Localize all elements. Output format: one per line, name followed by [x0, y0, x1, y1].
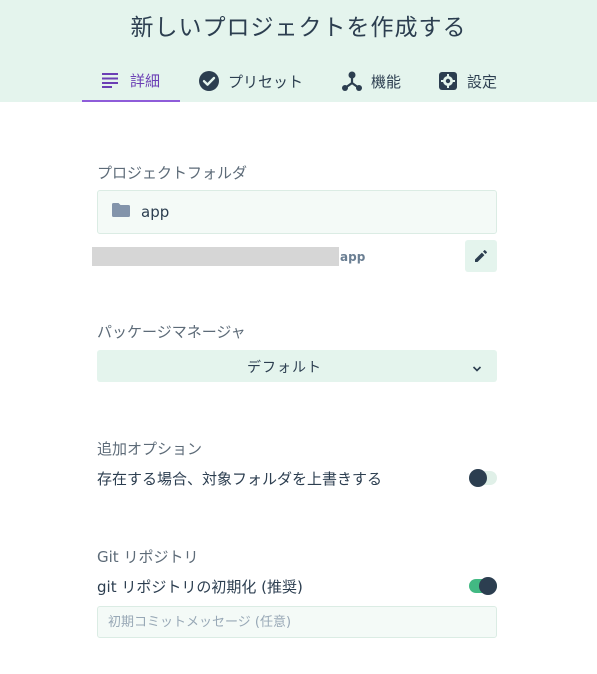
tab-bar: 詳細 プリセット 機能 設定 [82, 60, 517, 102]
settings-icon [437, 70, 459, 92]
tab-presets[interactable]: プリセット [198, 60, 323, 102]
tab-features-label: 機能 [371, 72, 402, 91]
tab-settings-label: 設定 [467, 72, 498, 91]
project-folder-field[interactable]: app [97, 190, 497, 234]
header: 新しいプロジェクトを作成する 詳細 プリセット 機能 設定 [0, 0, 597, 102]
git-repository-label: Git リポジトリ [97, 548, 199, 566]
folder-path: app [92, 247, 365, 266]
git-init-toggle[interactable] [469, 577, 497, 595]
project-folder-value: app [141, 203, 170, 221]
toggle-knob [469, 469, 487, 487]
subject-icon [100, 69, 122, 91]
folder-icon [112, 203, 130, 221]
toggle-knob [479, 577, 497, 595]
check-circle-icon [198, 70, 220, 92]
chevron-down-icon [471, 360, 483, 372]
package-manager-value: デフォルト [247, 360, 322, 376]
overwrite-label: 存在する場合、対象フォルダを上書きする [97, 470, 383, 488]
package-manager-select[interactable]: デフォルト [97, 350, 497, 382]
tab-features[interactable]: 機能 [341, 60, 421, 102]
edit-icon [475, 247, 487, 266]
project-folder-label: プロジェクトフォルダ [97, 164, 248, 182]
package-manager-label: パッケージマネージャ [97, 323, 246, 341]
additional-options-label: 追加オプション [97, 440, 203, 458]
folder-path-suffix: app [340, 249, 366, 264]
tab-settings[interactable]: 設定 [437, 60, 517, 102]
tab-details[interactable]: 詳細 [82, 60, 180, 102]
tab-presets-label: プリセット [228, 72, 304, 91]
overwrite-toggle[interactable] [469, 469, 497, 487]
commit-message-input[interactable] [97, 606, 497, 638]
redacted-path [92, 247, 339, 266]
tab-details-label: 詳細 [130, 71, 161, 90]
page-title: 新しいプロジェクトを作成する [130, 15, 467, 41]
git-init-label: git リポジトリの初期化 (推奨) [97, 578, 303, 596]
device-hub-icon [341, 70, 363, 92]
edit-path-button[interactable] [465, 240, 497, 272]
